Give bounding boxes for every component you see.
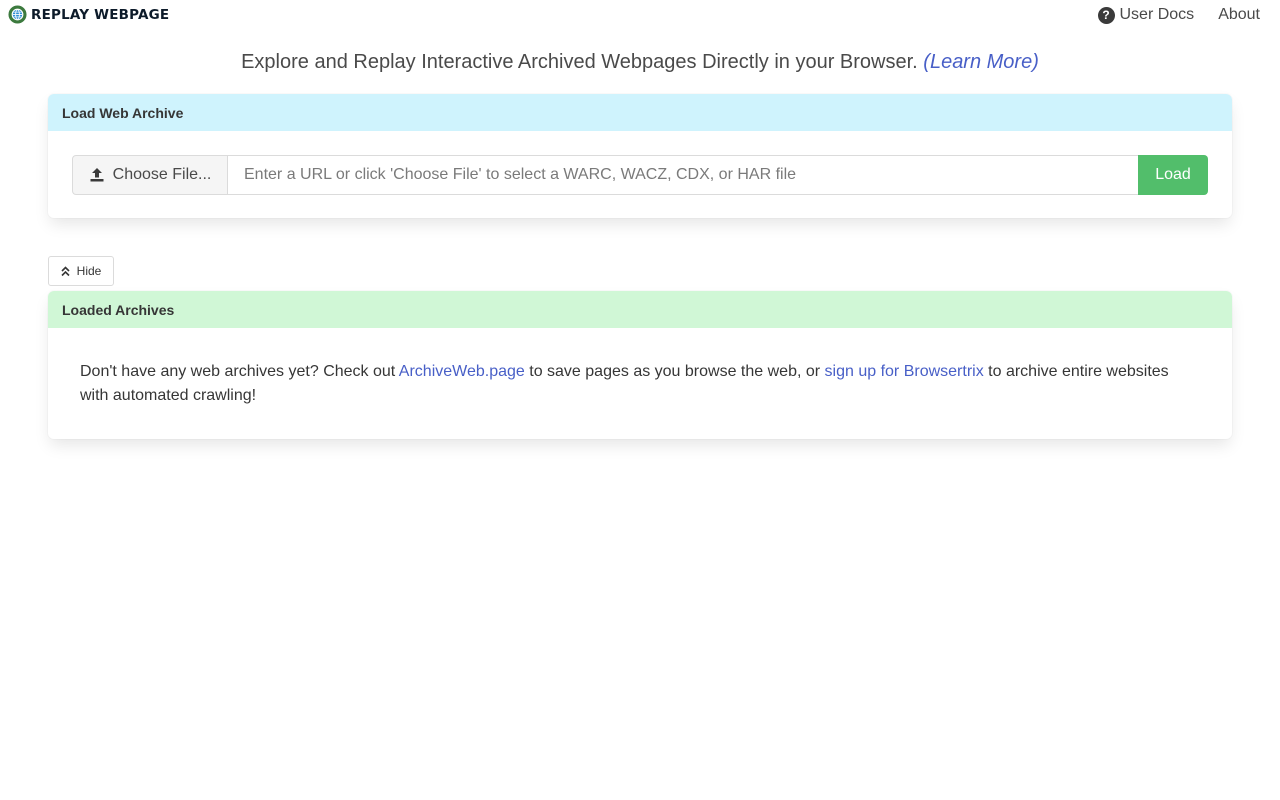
hide-label: Hide xyxy=(76,264,102,278)
upload-icon xyxy=(90,168,104,182)
double-chevron-up-icon xyxy=(61,265,70,276)
loaded-card-header: Loaded Archives xyxy=(48,291,1232,328)
archive-url-input[interactable] xyxy=(228,155,1138,195)
message-text-1: Don't have any web archives yet? Check o… xyxy=(80,363,399,380)
globe-logo-icon xyxy=(8,5,27,24)
archiveweb-page-link[interactable]: ArchiveWeb.page xyxy=(399,363,525,380)
load-web-archive-card: Load Web Archive Choose File... Load xyxy=(48,94,1232,218)
learn-more-link[interactable]: (Learn More) xyxy=(923,51,1039,73)
message-text-2: to save pages as you browse the web, or xyxy=(524,363,825,380)
hide-button[interactable]: Hide xyxy=(48,256,114,286)
browsertrix-signup-link[interactable]: sign up for Browsertrix xyxy=(825,363,984,380)
question-circle-icon: ? xyxy=(1097,6,1115,24)
load-card-header: Load Web Archive xyxy=(48,94,1232,131)
choose-file-label: Choose File... xyxy=(112,166,212,183)
about-label: About xyxy=(1218,6,1260,23)
empty-archives-message: Don't have any web archives yet? Check o… xyxy=(80,360,1200,408)
choose-file-button[interactable]: Choose File... xyxy=(72,155,228,195)
top-navbar: REPLAY WEBPAGE ? User Docs About xyxy=(0,0,1280,32)
user-docs-link[interactable]: ? User Docs xyxy=(1097,6,1195,24)
headline-text: Explore and Replay Interactive Archived … xyxy=(241,51,918,73)
nav-links: ? User Docs About xyxy=(1097,6,1260,24)
brand[interactable]: REPLAY WEBPAGE xyxy=(8,5,169,24)
load-form: Choose File... Load xyxy=(72,155,1208,195)
brand-name: REPLAY WEBPAGE xyxy=(31,6,170,23)
about-link[interactable]: About xyxy=(1218,6,1260,24)
page-headline: Explore and Replay Interactive Archived … xyxy=(0,51,1280,74)
loaded-archives-card: Loaded Archives Don't have any web archi… xyxy=(48,291,1232,439)
user-docs-label: User Docs xyxy=(1119,6,1195,23)
load-button[interactable]: Load xyxy=(1138,155,1208,195)
